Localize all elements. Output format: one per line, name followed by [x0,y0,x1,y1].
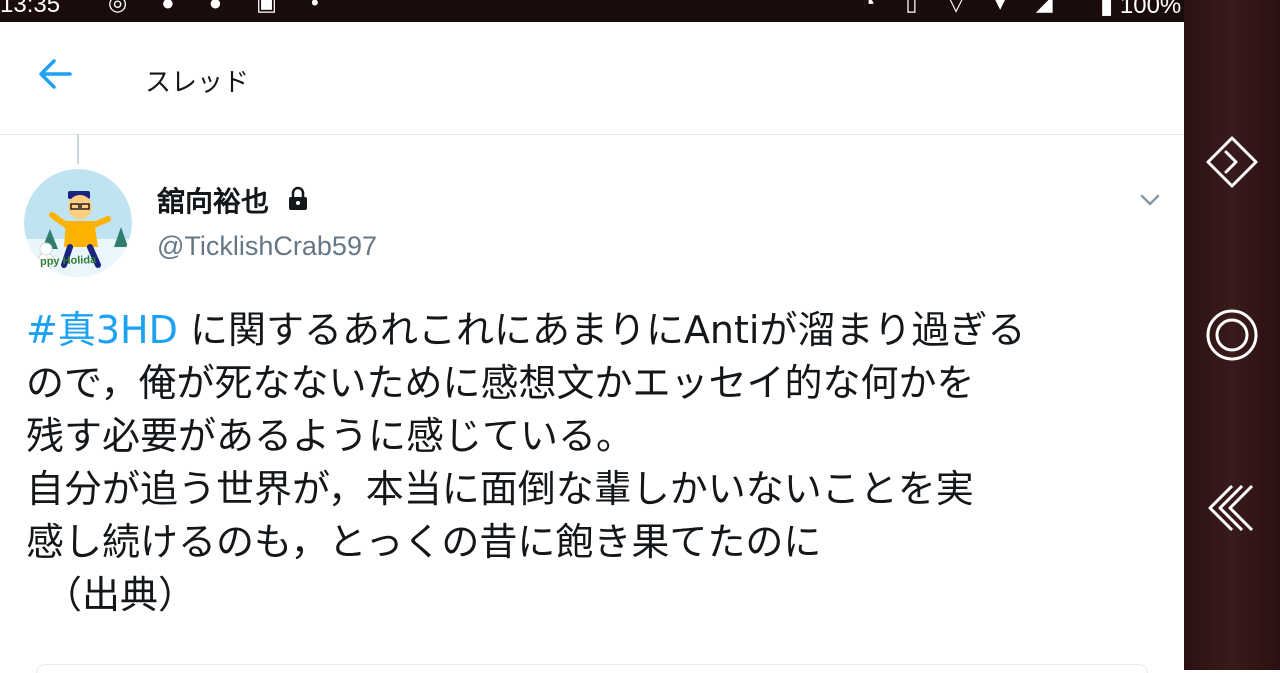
status-time: 13:35 [0,0,61,18]
tweet-line: 自分が追う世界が，本当に面倒な輩しかいないことを実 [26,467,974,511]
navigation-bar [1184,0,1280,670]
back-button[interactable] [34,52,78,96]
hashtag-link[interactable]: #真3HD [26,308,178,352]
nav-back-button[interactable] [1202,478,1262,538]
system-status-icons: ◔ ▯ ▽ ▾ ◢ [862,0,1065,15]
display-name[interactable]: 舘向裕也 [157,180,269,220]
user-handle[interactable]: @TicklishCrab597 [157,231,377,262]
arrow-left-icon [39,59,72,89]
tweet-line: 感し続けるのも，とっくの昔に飽き果てたのに [26,520,822,564]
status-bar: 13:35 ◎ ● ● ▣ • ◔ ▯ ▽ ▾ ◢ ▮ 100% [0,0,1184,22]
nav-forward-button[interactable] [1202,132,1262,192]
tweet-line: ので，俺が死なないために感想文かエッセイ的な何かを [26,361,975,405]
battery-indicator: ▮ 100% [1100,0,1182,19]
tweet-line: #真3HD に関するあれこれにあまりにAntiが溜まり過ぎる [26,304,1166,357]
notification-icons: ◎ ● ● ▣ • [108,0,333,15]
nav-back-icon [1208,484,1254,532]
app-bar: スレッド [0,22,1184,135]
tweet-line: 残す必要があるように感じている。 [26,414,635,458]
tweet-line-text: に関するあれこれにあまりにAntiが溜まり過ぎる [177,308,1026,352]
page-title: スレッド [145,68,250,98]
thread-connector [77,134,79,164]
tweet-text: #真3HD に関するあれこれにあまりにAntiが溜まり過ぎる ので，俺が死なない… [26,304,1166,622]
lock-icon [289,186,307,210]
avatar-caption: ppy Holida [39,254,97,268]
quoted-card-edge [36,664,1148,673]
nav-forward-icon [1206,136,1258,188]
tweet-line: （出典） [44,573,197,617]
nav-home-icon [1206,309,1258,361]
nav-home-button[interactable] [1202,305,1262,365]
chevron-down-icon[interactable] [1136,186,1164,214]
